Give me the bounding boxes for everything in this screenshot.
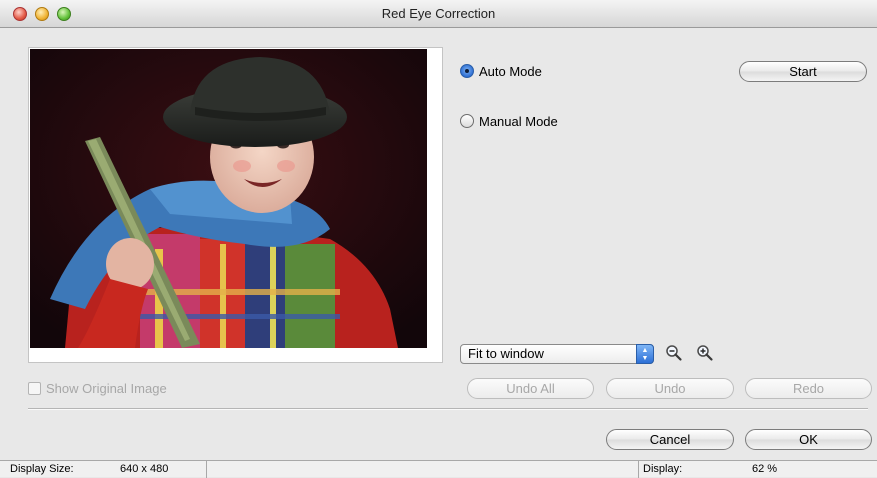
status-bar: Display Size: 640 x 480 Display: 62 %: [0, 460, 877, 478]
display-zoom-value: 62 %: [752, 463, 778, 475]
display-size-value: 640 x 480: [120, 463, 169, 475]
manual-mode-label[interactable]: Manual Mode: [479, 114, 558, 129]
display-size-label: Display Size:: [10, 463, 74, 475]
zoom-in-icon[interactable]: [696, 344, 714, 362]
start-button[interactable]: Start: [739, 61, 867, 82]
redo-button[interactable]: Redo: [745, 378, 872, 399]
ok-button[interactable]: OK: [745, 429, 872, 450]
chevron-updown-icon: ▲ ▼: [636, 344, 654, 364]
status-divider: [638, 461, 639, 478]
photo-child-in-hat: [30, 49, 427, 348]
manual-mode-radio[interactable]: [460, 114, 474, 128]
show-original-checkbox[interactable]: [28, 382, 41, 395]
image-preview[interactable]: [28, 47, 443, 363]
zoom-select-value: Fit to window: [468, 346, 544, 361]
zoom-select[interactable]: Fit to window ▲ ▼: [460, 344, 654, 364]
photo: [30, 49, 427, 348]
cancel-button[interactable]: Cancel: [606, 429, 734, 450]
undo-all-button[interactable]: Undo All: [467, 378, 594, 399]
auto-mode-radio[interactable]: [460, 64, 474, 78]
title-bar: Red Eye Correction: [0, 0, 877, 28]
status-divider: [206, 461, 207, 478]
zoom-out-icon[interactable]: [665, 344, 683, 362]
show-original-label: Show Original Image: [46, 381, 167, 396]
divider: [28, 408, 868, 410]
display-zoom-label: Display:: [643, 463, 683, 475]
window-title: Red Eye Correction: [381, 6, 496, 21]
undo-button[interactable]: Undo: [606, 378, 734, 399]
auto-mode-label[interactable]: Auto Mode: [479, 64, 542, 79]
